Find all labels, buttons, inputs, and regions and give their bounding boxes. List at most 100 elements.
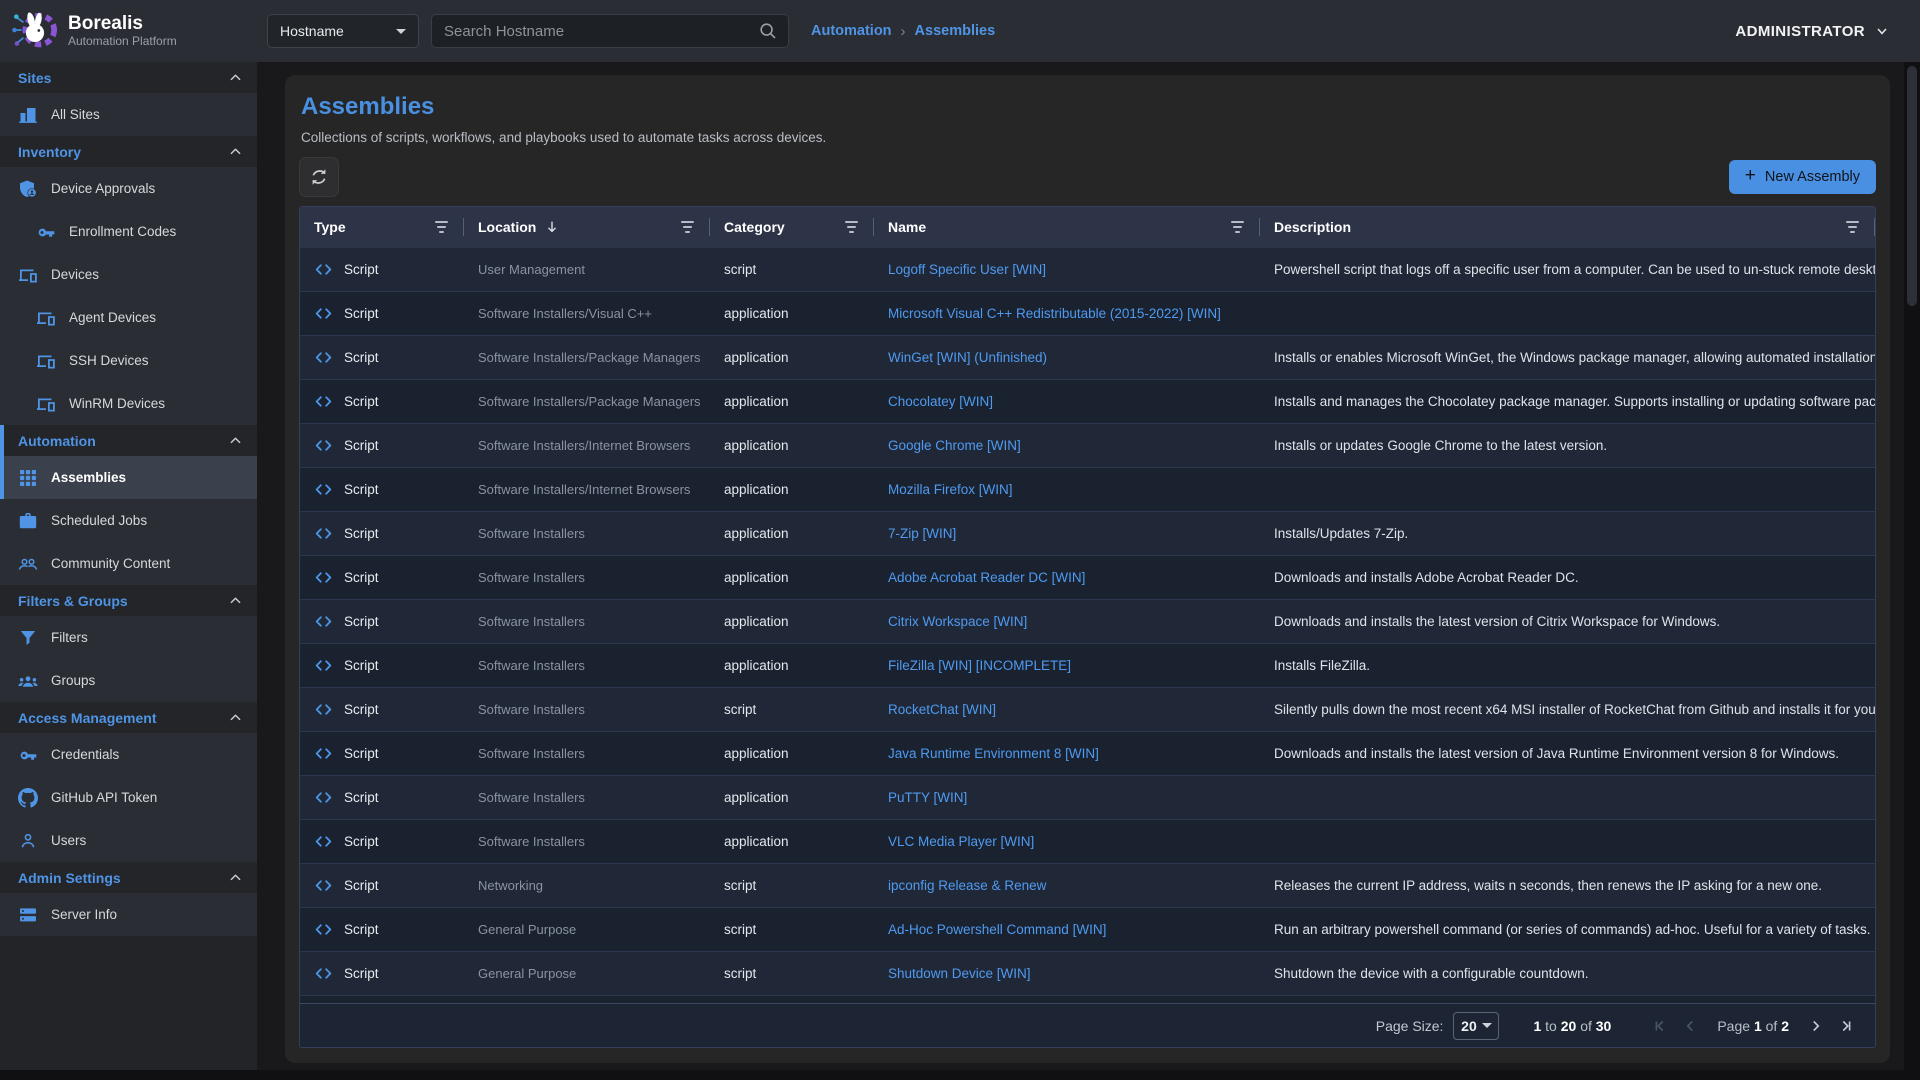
assembly-link[interactable]: RocketChat [WIN] <box>888 702 996 717</box>
sidebar-item-credentials[interactable]: Credentials <box>0 733 257 776</box>
filter-icon[interactable] <box>677 217 698 237</box>
assembly-link[interactable]: VLC Media Player [WIN] <box>888 834 1034 849</box>
filter-icon[interactable] <box>1227 217 1248 237</box>
vertical-scrollbar-thumb[interactable] <box>1907 66 1917 306</box>
cell-category: application <box>710 776 874 819</box>
table-row[interactable]: ScriptGeneral PurposescriptAd-Hoc Powers… <box>300 907 1875 951</box>
sidebar-item-assemblies[interactable]: Assemblies <box>0 456 257 499</box>
new-assembly-button[interactable]: + New Assembly <box>1729 160 1876 194</box>
filter-icon[interactable] <box>1842 217 1863 237</box>
refresh-button[interactable] <box>299 157 339 197</box>
type-label: Script <box>344 746 379 761</box>
assembly-link[interactable]: 7-Zip [WIN] <box>888 526 956 541</box>
sidebar-item-devices[interactable]: Devices <box>0 253 257 296</box>
table-row[interactable]: ScriptSoftware Installersapplication7-Zi… <box>300 511 1875 555</box>
assembly-link[interactable]: Microsoft Visual C++ Redistributable (20… <box>888 306 1221 321</box>
sidebar-section-inventory[interactable]: Inventory <box>0 136 257 167</box>
cell-type: Script <box>300 292 464 335</box>
breadcrumb-assemblies[interactable]: Assemblies <box>915 23 996 39</box>
code-icon <box>314 436 333 455</box>
assembly-link[interactable]: FileZilla [WIN] [INCOMPLETE] <box>888 658 1071 673</box>
last-page-button[interactable] <box>1833 1013 1859 1039</box>
hostname-filter-select[interactable]: Hostname <box>267 14 419 48</box>
table-row[interactable]: ScriptSoftware InstallersapplicationVLC … <box>300 819 1875 863</box>
cell-type: Script <box>300 820 464 863</box>
cell-category: application <box>710 556 874 599</box>
sort-desc-icon[interactable] <box>544 219 560 235</box>
table-row[interactable]: ScriptSoftware Installers/Internet Brows… <box>300 467 1875 511</box>
filter-icon[interactable] <box>841 217 862 237</box>
search-box[interactable] <box>431 14 789 48</box>
sidebar-item-winrm-devices[interactable]: WinRM Devices <box>0 382 257 425</box>
assembly-link[interactable]: Logoff Specific User [WIN] <box>888 262 1046 277</box>
page-size-select[interactable]: 20 <box>1453 1012 1499 1040</box>
range-to-word: to <box>1545 1018 1557 1034</box>
assembly-link[interactable]: Shutdown Device [WIN] <box>888 966 1031 981</box>
cell-description: Installs FileZilla. <box>1260 644 1875 687</box>
sidebar-item-all-sites[interactable]: All Sites <box>0 93 257 136</box>
code-icon <box>314 920 333 939</box>
user-menu-button[interactable]: ADMINISTRATOR <box>1735 23 1890 40</box>
sidebar-item-agent-devices[interactable]: Agent Devices <box>0 296 257 339</box>
table-row[interactable]: ScriptSoftware Installers/Internet Brows… <box>300 423 1875 467</box>
column-header-location[interactable]: Location <box>464 207 710 247</box>
assembly-link[interactable]: PuTTY [WIN] <box>888 790 967 805</box>
cell-description: Releases the current IP address, waits n… <box>1260 864 1875 907</box>
sidebar-item-enrollment-codes[interactable]: Enrollment Codes <box>0 210 257 253</box>
sidebar-item-community-content[interactable]: Community Content <box>0 542 257 585</box>
column-header-description[interactable]: Description <box>1260 207 1875 247</box>
vertical-scrollbar[interactable] <box>1904 62 1920 1070</box>
table-row[interactable]: ScriptUser ManagementscriptLogoff Specif… <box>300 247 1875 291</box>
sidebar-section-admin-settings[interactable]: Admin Settings <box>0 862 257 893</box>
table-row[interactable]: ScriptSoftware InstallersscriptRocketCha… <box>300 687 1875 731</box>
assembly-link[interactable]: Mozilla Firefox [WIN] <box>888 482 1013 497</box>
assembly-link[interactable]: Java Runtime Environment 8 [WIN] <box>888 746 1099 761</box>
table-row[interactable]: ScriptSoftware InstallersapplicationCitr… <box>300 599 1875 643</box>
search-input[interactable] <box>442 22 758 41</box>
assembly-link[interactable]: Chocolatey [WIN] <box>888 394 993 409</box>
table-row[interactable]: ScriptSoftware Installers/Package Manage… <box>300 335 1875 379</box>
column-header-name[interactable]: Name <box>874 207 1260 247</box>
cell-description: Downloads and installs the latest versio… <box>1260 732 1875 775</box>
table-row[interactable]: ScriptNetworkingscriptipconfig Release &… <box>300 863 1875 907</box>
filter-icon[interactable] <box>431 217 452 237</box>
sidebar-item-github-api-token[interactable]: GitHub API Token <box>0 776 257 819</box>
sidebar-section-automation[interactable]: Automation <box>0 425 257 456</box>
sidebar-section-sites[interactable]: Sites <box>0 62 257 93</box>
column-header-category[interactable]: Category <box>710 207 874 247</box>
cell-location: Software Installers <box>464 556 710 599</box>
first-page-button[interactable] <box>1647 1013 1673 1039</box>
sidebar-item-server-info[interactable]: Server Info <box>0 893 257 936</box>
horizontal-scrollbar[interactable] <box>0 1070 1920 1080</box>
assembly-link[interactable]: ipconfig Release & Renew <box>888 878 1046 893</box>
cell-name: 7-Zip [WIN] <box>874 512 1260 555</box>
assembly-link[interactable]: Adobe Acrobat Reader DC [WIN] <box>888 570 1085 585</box>
table-row[interactable]: ScriptSoftware InstallersapplicationAdob… <box>300 555 1875 599</box>
column-label: Category <box>724 219 785 235</box>
assembly-link[interactable]: Citrix Workspace [WIN] <box>888 614 1027 629</box>
sidebar-item-ssh-devices[interactable]: SSH Devices <box>0 339 257 382</box>
table-row[interactable]: ScriptSoftware InstallersapplicationFile… <box>300 643 1875 687</box>
breadcrumb-automation[interactable]: Automation <box>811 23 892 39</box>
sidebar-section-filters-groups[interactable]: Filters & Groups <box>0 585 257 616</box>
table-row[interactable]: ScriptSoftware Installers/Visual C++appl… <box>300 291 1875 335</box>
range-to: 20 <box>1561 1018 1577 1034</box>
column-header-type[interactable]: Type <box>300 207 464 247</box>
assembly-link[interactable]: Google Chrome [WIN] <box>888 438 1021 453</box>
sidebar-item-filters[interactable]: Filters <box>0 616 257 659</box>
table-row[interactable]: ScriptSoftware InstallersapplicationJava… <box>300 731 1875 775</box>
sidebar-item-users[interactable]: Users <box>0 819 257 862</box>
assembly-link[interactable]: WinGet [WIN] (Unfinished) <box>888 350 1047 365</box>
next-page-button[interactable] <box>1803 1013 1829 1039</box>
devices-icon <box>36 351 56 371</box>
sidebar-section-access-management[interactable]: Access Management <box>0 702 257 733</box>
assembly-link[interactable]: Ad-Hoc Powershell Command [WIN] <box>888 922 1106 937</box>
table-row[interactable]: ScriptSoftware InstallersapplicationPuTT… <box>300 775 1875 819</box>
code-icon <box>314 964 333 983</box>
table-row[interactable]: ScriptSoftware Installers/Package Manage… <box>300 379 1875 423</box>
sidebar-item-device-approvals[interactable]: Device Approvals <box>0 167 257 210</box>
previous-page-button[interactable] <box>1677 1013 1703 1039</box>
sidebar-item-scheduled-jobs[interactable]: Scheduled Jobs <box>0 499 257 542</box>
sidebar-item-groups[interactable]: Groups <box>0 659 257 702</box>
table-row[interactable]: ScriptGeneral PurposescriptShutdown Devi… <box>300 951 1875 995</box>
